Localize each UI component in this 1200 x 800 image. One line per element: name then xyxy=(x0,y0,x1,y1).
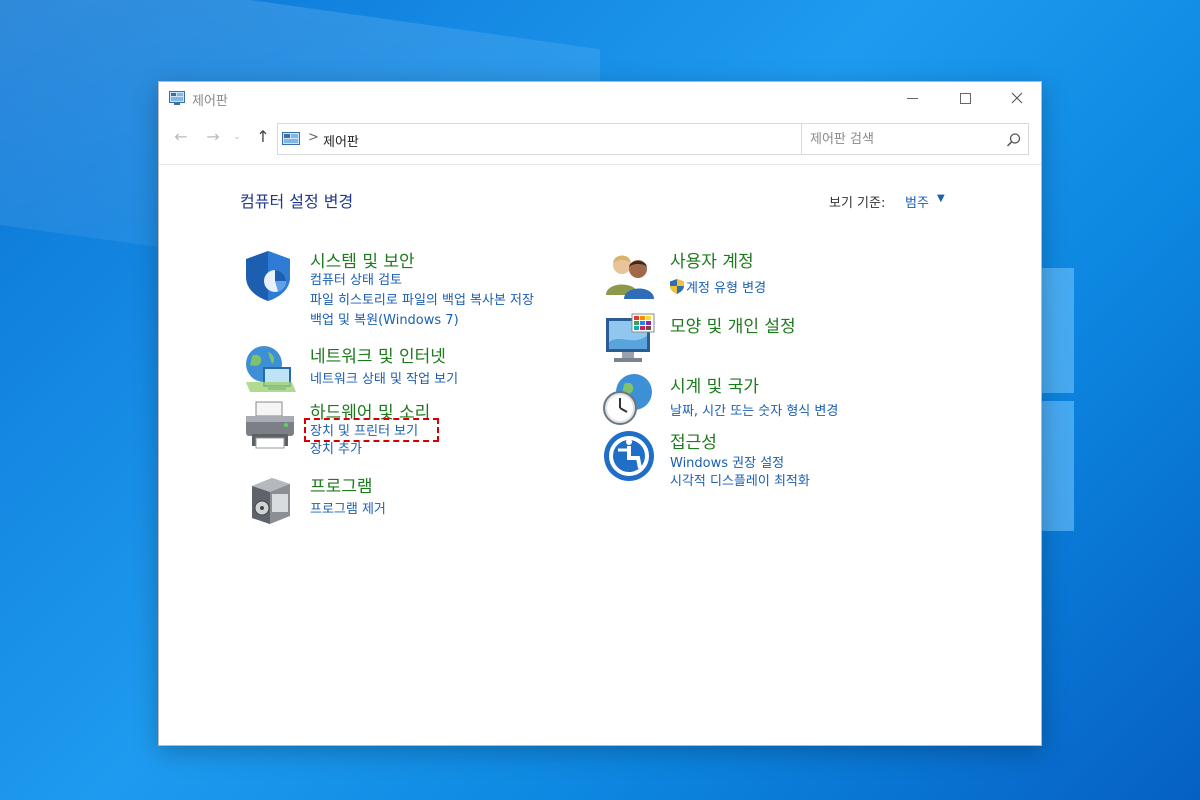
breadcrumb-separator: > xyxy=(308,130,319,145)
control-panel-icon xyxy=(282,132,300,145)
back-button[interactable]: ← xyxy=(171,126,191,148)
category-heading[interactable]: 프로그램 xyxy=(310,472,373,497)
category-link[interactable]: 네트워크 상태 및 작업 보기 xyxy=(310,368,458,387)
users-icon[interactable] xyxy=(602,247,658,303)
close-button[interactable] xyxy=(994,82,1040,114)
category-heading[interactable]: 사용자 계정 xyxy=(670,247,754,272)
category-clock-region: 시계 및 국가 날짜, 시간 또는 숫자 형식 변경 xyxy=(602,372,932,432)
control-panel-icon xyxy=(169,91,185,105)
uac-shield-icon xyxy=(670,279,684,294)
up-button[interactable]: ↑ xyxy=(253,126,273,148)
window-title: 제어판 xyxy=(192,94,228,109)
search-input[interactable] xyxy=(810,130,1000,148)
category-network-internet: 네트워크 및 인터넷 네트워크 상태 및 작업 보기 xyxy=(242,342,572,392)
page-title: 컴퓨터 설정 변경 xyxy=(240,192,354,211)
category-link[interactable]: Windows 권장 설정 xyxy=(670,452,784,471)
accessibility-icon[interactable] xyxy=(602,428,658,484)
category-appearance: 모양 및 개인 설정 xyxy=(602,312,932,368)
category-link[interactable]: 시각적 디스플레이 최적화 xyxy=(670,470,810,489)
category-link[interactable]: 컴퓨터 상태 검토 xyxy=(310,269,402,288)
title-bar: 제어판 xyxy=(159,82,1041,114)
clock-globe-icon[interactable] xyxy=(602,372,658,428)
printer-icon[interactable] xyxy=(242,398,298,454)
breadcrumb[interactable]: 제어판 xyxy=(323,131,359,150)
minimize-button[interactable] xyxy=(889,82,935,114)
shield-icon[interactable] xyxy=(242,247,298,303)
category-link[interactable]: 프로그램 제거 xyxy=(310,498,386,517)
forward-button[interactable]: → xyxy=(203,126,223,148)
control-panel-window: 제어판 ← → ⌄ ↑ > 제어판 ⌄ ↻ xyxy=(158,81,1042,746)
category-system-security: 시스템 및 보안 컴퓨터 상태 검토 파일 히스토리로 파일의 백업 복사본 저… xyxy=(242,247,572,328)
category-heading[interactable]: 모양 및 개인 설정 xyxy=(670,312,796,337)
category-user-accounts: 사용자 계정 계정 유형 변경 xyxy=(602,247,932,303)
search-icon[interactable] xyxy=(1006,132,1022,148)
globe-network-icon[interactable] xyxy=(242,342,298,398)
view-by-dropdown[interactable]: 범주 xyxy=(905,192,929,211)
address-row: ← → ⌄ ↑ > 제어판 ⌄ ↻ xyxy=(159,120,1041,156)
close-icon xyxy=(1011,92,1023,104)
maximize-button[interactable] xyxy=(942,82,988,114)
category-link-label: 계정 유형 변경 xyxy=(686,281,767,296)
highlight-box xyxy=(304,418,439,442)
category-heading[interactable]: 네트워크 및 인터넷 xyxy=(310,342,446,367)
recent-locations-button[interactable]: ⌄ xyxy=(231,126,243,148)
caret-down-icon[interactable]: ▼ xyxy=(937,193,945,204)
category-link[interactable]: 날짜, 시간 또는 숫자 형식 변경 xyxy=(670,400,838,419)
monitor-palette-icon[interactable] xyxy=(602,312,658,368)
category-accessibility: 접근성 Windows 권장 설정 시각적 디스플레이 최적화 xyxy=(602,428,932,489)
windows-logo xyxy=(1040,268,1200,538)
category-heading[interactable]: 시계 및 국가 xyxy=(670,372,759,397)
category-link[interactable]: 계정 유형 변경 xyxy=(670,277,766,296)
category-link[interactable]: 파일 히스토리로 파일의 백업 복사본 저장 xyxy=(310,289,534,308)
view-by-label: 보기 기준: xyxy=(829,196,886,211)
category-link[interactable]: 백업 및 복원(Windows 7) xyxy=(310,309,459,328)
search-box[interactable] xyxy=(801,123,1029,155)
category-heading[interactable]: 접근성 xyxy=(670,428,717,453)
category-programs: 프로그램 프로그램 제거 xyxy=(242,472,572,532)
program-box-icon[interactable] xyxy=(242,472,298,528)
